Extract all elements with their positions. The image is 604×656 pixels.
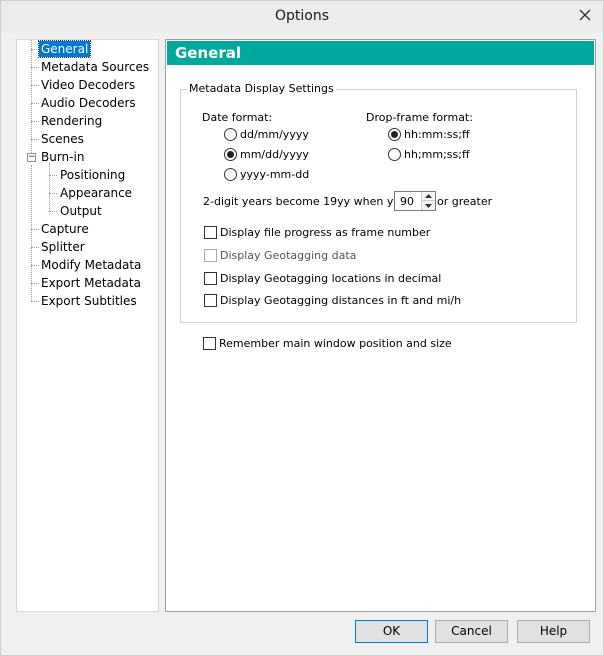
tree-connector [49, 193, 57, 194]
checkbox-box [204, 226, 217, 239]
tree-connector [31, 49, 39, 50]
radio-date-ddmmyyyy[interactable]: dd/mm/yyyy [224, 128, 309, 141]
options-window: Options − General Metadata Sources Video… [0, 0, 604, 656]
tree-item-capture[interactable]: Capture [39, 221, 91, 237]
checkbox-box [203, 337, 216, 350]
drop-frame-label: Drop-frame format: [366, 111, 473, 124]
tree-item-rendering[interactable]: Rendering [39, 113, 104, 129]
tree-item-output[interactable]: Output [58, 203, 104, 219]
metadata-display-group: Metadata Display Settings Date format: d… [180, 82, 577, 323]
tree-item-appearance[interactable]: Appearance [58, 185, 134, 201]
radio-label: hh:mm:ss;ff [404, 128, 470, 141]
window-title: Options [274, 8, 330, 24]
radio-label: dd/mm/yyyy [240, 128, 309, 141]
tree-connector [31, 229, 39, 230]
checkbox-label: Display Geotagging data [220, 249, 357, 262]
options-tree: − General Metadata Sources Video Decoder… [16, 39, 159, 612]
radio-drop-frame-semicolon[interactable]: hh;mm;ss;ff [388, 148, 470, 161]
tree-item-metadata-sources[interactable]: Metadata Sources [39, 59, 151, 75]
tree-connector [49, 175, 57, 176]
cancel-button[interactable]: Cancel [435, 620, 508, 643]
tree-connector [49, 211, 57, 212]
radio-label: yyyy-mm-dd [240, 168, 310, 181]
tree-connector [31, 165, 32, 301]
tree-connector [31, 103, 39, 104]
tree-item-audio-decoders[interactable]: Audio Decoders [39, 95, 138, 111]
tree-connector [31, 283, 39, 284]
close-icon [579, 9, 591, 21]
checkbox-label: Display file progress as frame number [220, 226, 431, 239]
triangle-up-icon [425, 194, 432, 198]
tree-connector [31, 121, 39, 122]
stepper-up-button[interactable] [422, 192, 435, 201]
stepper-down-button[interactable] [422, 201, 435, 210]
check-remember-window[interactable]: Remember main window position and size [203, 337, 452, 350]
tree-connector [31, 265, 39, 266]
checkbox-box [204, 272, 217, 285]
tree-item-splitter[interactable]: Splitter [39, 239, 87, 255]
tree-connector [31, 85, 39, 86]
radio-date-yyyymmdd[interactable]: yyyy-mm-dd [224, 168, 309, 181]
panel-header: General [167, 41, 594, 65]
tree-connector [49, 163, 50, 211]
title-bar: Options [1, 1, 603, 33]
check-file-progress-frame[interactable]: Display file progress as frame number [204, 226, 430, 239]
radio-drop-frame-colon[interactable]: hh:mm:ss;ff [388, 128, 470, 141]
settings-panel: General Metadata Display Settings Date f… [165, 39, 596, 612]
check-geotagging-decimal[interactable]: Display Geotagging locations in decimal [204, 272, 441, 285]
radio-circle-selected [388, 128, 401, 141]
close-button[interactable] [576, 6, 594, 24]
checkbox-label: Display Geotagging distances in ft and m… [220, 294, 462, 307]
checkbox-box [204, 249, 217, 262]
year-rule-prefix: 2-digit years become 19yy when yy is [203, 195, 413, 208]
checkbox-box [204, 294, 217, 307]
radio-circle [224, 168, 237, 181]
radio-circle-selected [224, 148, 237, 161]
radio-label: hh;mm;ss;ff [404, 148, 470, 161]
tree-item-burn-in[interactable]: Burn-in [39, 149, 86, 165]
tree-item-export-metadata[interactable]: Export Metadata [39, 275, 143, 291]
check-geotagging-data[interactable]: Display Geotagging data [204, 249, 356, 262]
collapse-burn-in-icon[interactable]: − [27, 153, 36, 162]
group-title: Metadata Display Settings [187, 82, 336, 95]
tree-item-export-subtitles[interactable]: Export Subtitles [39, 293, 139, 309]
checkbox-label: Remember main window position and size [219, 337, 452, 350]
year-threshold-value[interactable]: 90 [400, 195, 414, 208]
ok-button[interactable]: OK [355, 620, 428, 643]
radio-circle [388, 148, 401, 161]
year-rule-suffix: or greater [437, 195, 493, 208]
tree-connector [31, 67, 39, 68]
tree-connector [31, 247, 39, 248]
radio-date-mmddyyyy[interactable]: mm/dd/yyyy [224, 148, 309, 161]
tree-item-general[interactable]: General [37, 40, 92, 58]
tree-connector [31, 301, 39, 302]
stepper-arrows [421, 192, 435, 210]
tree-item-scenes[interactable]: Scenes [39, 131, 86, 147]
tree-item-video-decoders[interactable]: Video Decoders [39, 77, 137, 93]
tree-item-positioning[interactable]: Positioning [58, 167, 127, 183]
checkbox-label: Display Geotagging locations in decimal [220, 272, 442, 285]
date-format-label: Date format: [202, 111, 273, 124]
radio-label: mm/dd/yyyy [240, 148, 309, 161]
triangle-down-icon [425, 203, 432, 208]
tree-connector [31, 139, 39, 140]
year-threshold-stepper[interactable]: 90 [394, 191, 436, 211]
check-geotagging-distances[interactable]: Display Geotagging distances in ft and m… [204, 294, 461, 307]
tree-item-modify-metadata[interactable]: Modify Metadata [39, 257, 143, 273]
help-button[interactable]: Help [517, 620, 590, 643]
radio-circle [224, 128, 237, 141]
